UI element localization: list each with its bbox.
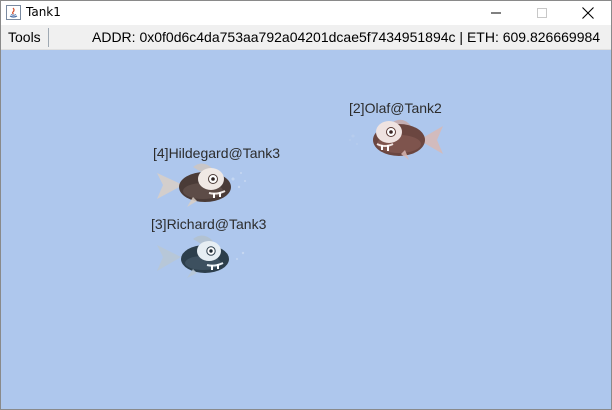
menu-separator xyxy=(48,28,49,47)
close-icon xyxy=(582,7,594,19)
maximize-icon xyxy=(537,8,547,18)
fish-icon xyxy=(349,119,443,160)
close-button[interactable] xyxy=(565,1,611,25)
fish-olaf[interactable]: [2]Olaf@Tank2 xyxy=(347,100,457,168)
fish-icon xyxy=(157,235,245,278)
java-app-icon xyxy=(6,5,21,20)
status-readout: ADDR: 0x0f0d6c4da753aa792a04201dcae5f743… xyxy=(92,29,601,45)
minimize-button[interactable] xyxy=(473,1,519,25)
maximize-button[interactable] xyxy=(519,1,565,25)
title-bar[interactable]: Tank1 xyxy=(1,1,611,25)
app-window: Tank1 Tools ADDR: 0x0f0d6c4da753aa792a04… xyxy=(0,0,612,410)
menu-tools[interactable]: Tools xyxy=(1,25,47,49)
tank-area[interactable]: [2]Olaf@Tank2 [4]Hildegard@Tank3 [3]Rich… xyxy=(1,50,611,409)
fish-hildegard[interactable]: [4]Hildegard@Tank3 xyxy=(151,145,280,213)
menu-bar: Tools ADDR: 0x0f0d6c4da753aa792a04201dca… xyxy=(1,25,611,50)
fish-richard[interactable]: [3]Richard@Tank3 xyxy=(151,216,266,282)
window-title: Tank1 xyxy=(26,5,61,19)
fish-icon xyxy=(157,163,246,207)
minimize-icon xyxy=(491,12,501,14)
